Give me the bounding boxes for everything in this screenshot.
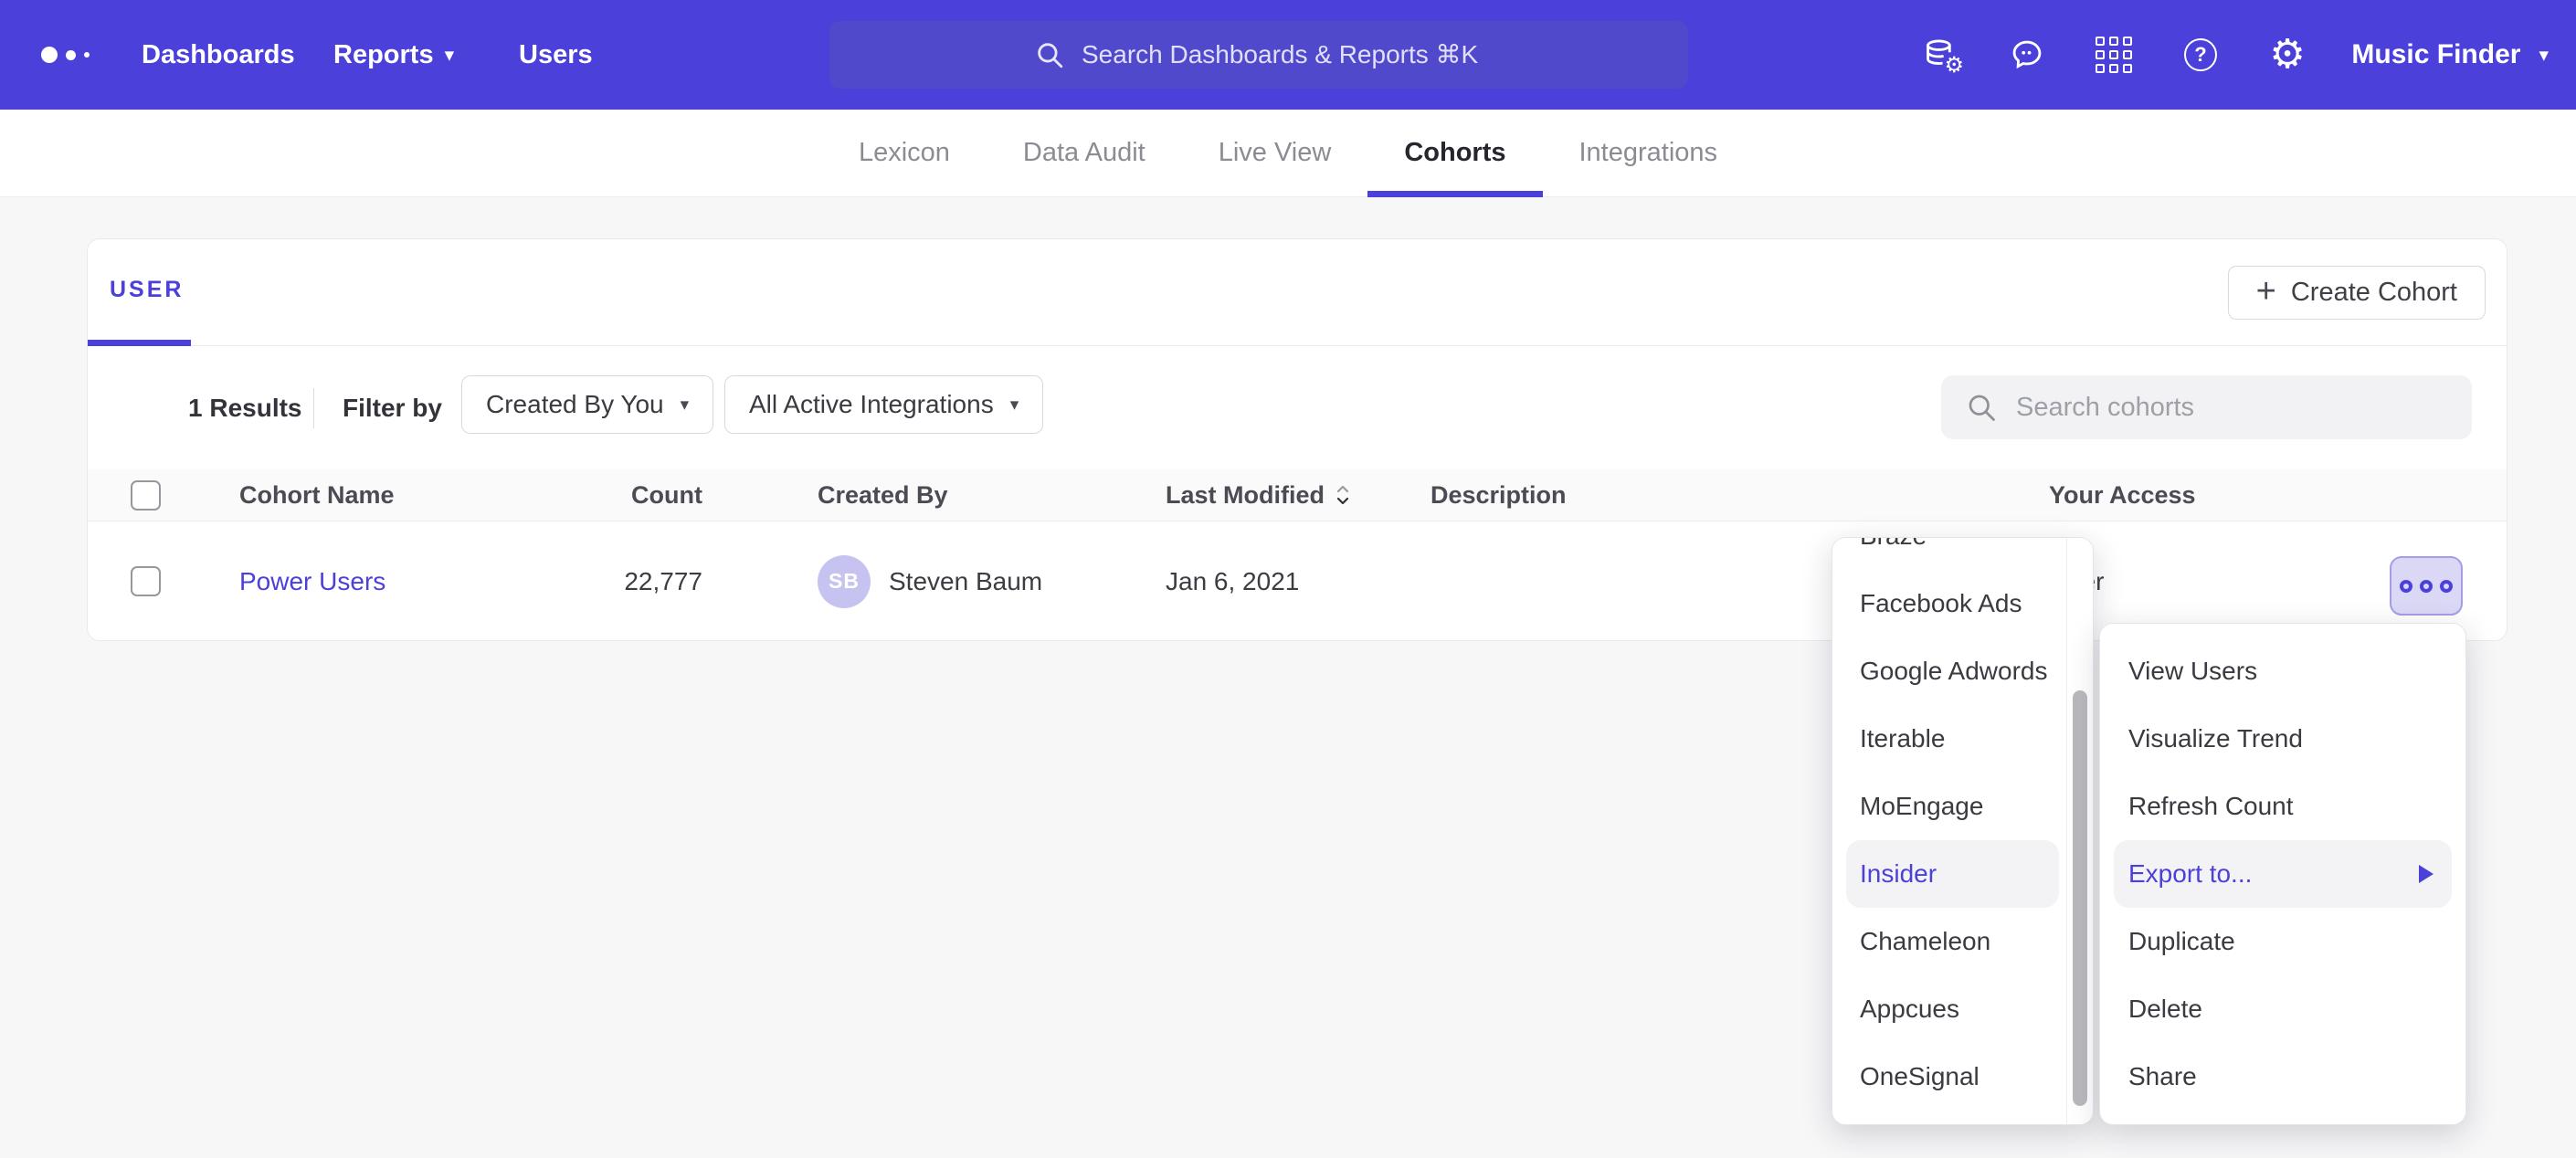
table-header: Cohort Name Count Created By Last Modifi… (88, 469, 2507, 521)
menu-item-label: OneSignal (1860, 1062, 1980, 1091)
export-destinations-menu: Braze Facebook Ads Google Adwords Iterable M… (1832, 537, 2094, 1125)
menu-item-share[interactable]: Share (2114, 1043, 2452, 1111)
tab-data-audit[interactable]: Data Audit (1023, 110, 1145, 197)
export-target-insider[interactable]: Insider (1846, 840, 2059, 908)
creator-cell: SB Steven Baum (818, 555, 1166, 608)
nav-link-reports[interactable]: Reports ▾ (333, 0, 454, 110)
header-your-access[interactable]: Your Access (2029, 481, 2507, 510)
menu-item-label: View Users (2128, 657, 2257, 686)
divider (313, 388, 314, 428)
filter-row: 1 Results Filter by Created By You ▾ All… (88, 346, 2507, 469)
gear-icon: ⚙ (1943, 54, 1965, 78)
scrollbar-track[interactable] (2066, 538, 2093, 1124)
menu-item-export-to[interactable]: Export to... (2114, 840, 2452, 908)
feedback-icon[interactable] (2010, 37, 2044, 72)
create-cohort-button[interactable]: + Create Cohort (2228, 266, 2486, 320)
cohort-search-input[interactable] (2016, 393, 2448, 423)
export-target-braze[interactable]: Braze (1846, 538, 2059, 570)
search-icon (1034, 39, 1065, 70)
header-description[interactable]: Description (1431, 481, 2029, 510)
header-created-by[interactable]: Created By (818, 481, 1166, 510)
sort-icon (1336, 483, 1350, 507)
nav-link-users[interactable]: Users (519, 0, 593, 110)
help-icon[interactable]: ? (2183, 37, 2218, 72)
last-modified-date: Jan 6, 2021 (1166, 567, 1431, 596)
section-tabs: Lexicon Data Audit Live View Cohorts Int… (0, 110, 2576, 197)
account-name: Music Finder (2351, 39, 2520, 70)
global-search-bar[interactable] (829, 21, 1688, 89)
header-last-modified[interactable]: Last Modified (1166, 481, 1431, 510)
creator-name: Steven Baum (889, 567, 1042, 596)
chevron-down-icon: ▾ (445, 46, 455, 65)
menu-item-label: Visualize Trend (2128, 724, 2303, 753)
submenu-arrow-icon (2419, 865, 2433, 883)
chevron-down-icon: ▾ (1010, 395, 1019, 416)
cohort-type-tabs: USER + Create Cohort (88, 239, 2507, 346)
menu-item-label: Duplicate (2128, 927, 2235, 956)
export-target-moengage[interactable]: MoEngage (1846, 773, 2059, 840)
export-target-google-adwords[interactable]: Google Adwords (1846, 637, 2059, 705)
chevron-down-icon: ▾ (681, 395, 690, 416)
data-management-icon[interactable]: ⚙ (1923, 37, 1958, 72)
tab-live-view[interactable]: Live View (1219, 110, 1332, 197)
menu-item-visualize-trend[interactable]: Visualize Trend (2114, 705, 2452, 773)
top-navbar: Dashboards Reports ▾ Users ⚙ (0, 0, 2576, 110)
header-count[interactable]: Count (586, 481, 702, 510)
tab-user-cohorts[interactable]: USER (110, 239, 184, 341)
row-context-menu: View Users Visualize Trend Refresh Count Ex… (2099, 623, 2466, 1125)
search-icon (1965, 391, 1998, 424)
account-menu[interactable]: Music Finder ▾ (2351, 0, 2549, 110)
export-target-appcues[interactable]: Appcues (1846, 975, 2059, 1043)
cohort-name-link[interactable]: Power Users (239, 567, 385, 595)
avatar: SB (818, 555, 871, 608)
created-by-filter-dropdown[interactable]: Created By You ▾ (461, 375, 713, 434)
menu-item-delete[interactable]: Delete (2114, 975, 2452, 1043)
export-target-onesignal[interactable]: OneSignal (1846, 1043, 2059, 1111)
tab-cohorts[interactable]: Cohorts (1404, 110, 1505, 197)
nav-link-dashboards[interactable]: Dashboards (142, 0, 295, 110)
chevron-down-icon: ▾ (2539, 46, 2549, 65)
cohort-count: 22,777 (586, 567, 702, 596)
menu-item-label: Braze (1860, 538, 1927, 551)
plus-icon: + (2256, 274, 2276, 309)
export-target-facebook-ads[interactable]: Facebook Ads (1846, 570, 2059, 637)
menu-item-label: Delete (2128, 995, 2202, 1024)
integrations-filter-dropdown[interactable]: All Active Integrations ▾ (724, 375, 1043, 434)
menu-item-label: Export to... (2128, 859, 2252, 889)
scrollbar-thumb[interactable] (2073, 690, 2087, 1106)
cohorts-card: USER + Create Cohort 1 Results Filter by… (87, 238, 2507, 641)
cohort-search-bar[interactable] (1941, 375, 2472, 439)
menu-item-label: Appcues (1860, 995, 1959, 1024)
menu-item-label: Insider (1860, 859, 1937, 889)
menu-item-label: Google Adwords (1860, 657, 2047, 686)
menu-item-label: Share (2128, 1062, 2197, 1091)
row-more-actions-button[interactable] (2390, 556, 2463, 616)
menu-item-view-users[interactable]: View Users (2114, 637, 2452, 705)
navbar-icon-group: ⚙ ? ⚙ (1923, 0, 2305, 110)
settings-gear-icon[interactable]: ⚙ (2270, 37, 2305, 72)
menu-item-duplicate[interactable]: Duplicate (2114, 908, 2452, 975)
tab-integrations[interactable]: Integrations (1579, 110, 1718, 197)
menu-item-refresh-count[interactable]: Refresh Count (2114, 773, 2452, 840)
menu-item-label: MoEngage (1860, 792, 1983, 821)
export-target-chameleon[interactable]: Chameleon (1846, 908, 2059, 975)
menu-item-label: Chameleon (1860, 927, 1990, 956)
results-count: 1 Results (188, 346, 302, 469)
mixpanel-logo-icon[interactable] (41, 0, 90, 110)
apps-grid-icon[interactable] (2096, 37, 2131, 72)
global-search-input[interactable] (1082, 40, 1483, 69)
header-cohort-name[interactable]: Cohort Name (239, 481, 586, 510)
export-target-iterable[interactable]: Iterable (1846, 705, 2059, 773)
menu-item-label: Iterable (1860, 724, 1945, 753)
active-tab-underline (88, 340, 191, 346)
menu-item-label: Facebook Ads (1860, 589, 2022, 618)
tab-lexicon[interactable]: Lexicon (859, 110, 950, 197)
menu-item-label: Refresh Count (2128, 792, 2294, 821)
select-all-checkbox[interactable] (131, 480, 161, 511)
row-checkbox[interactable] (131, 566, 161, 596)
filter-by-label: Filter by (343, 346, 442, 469)
